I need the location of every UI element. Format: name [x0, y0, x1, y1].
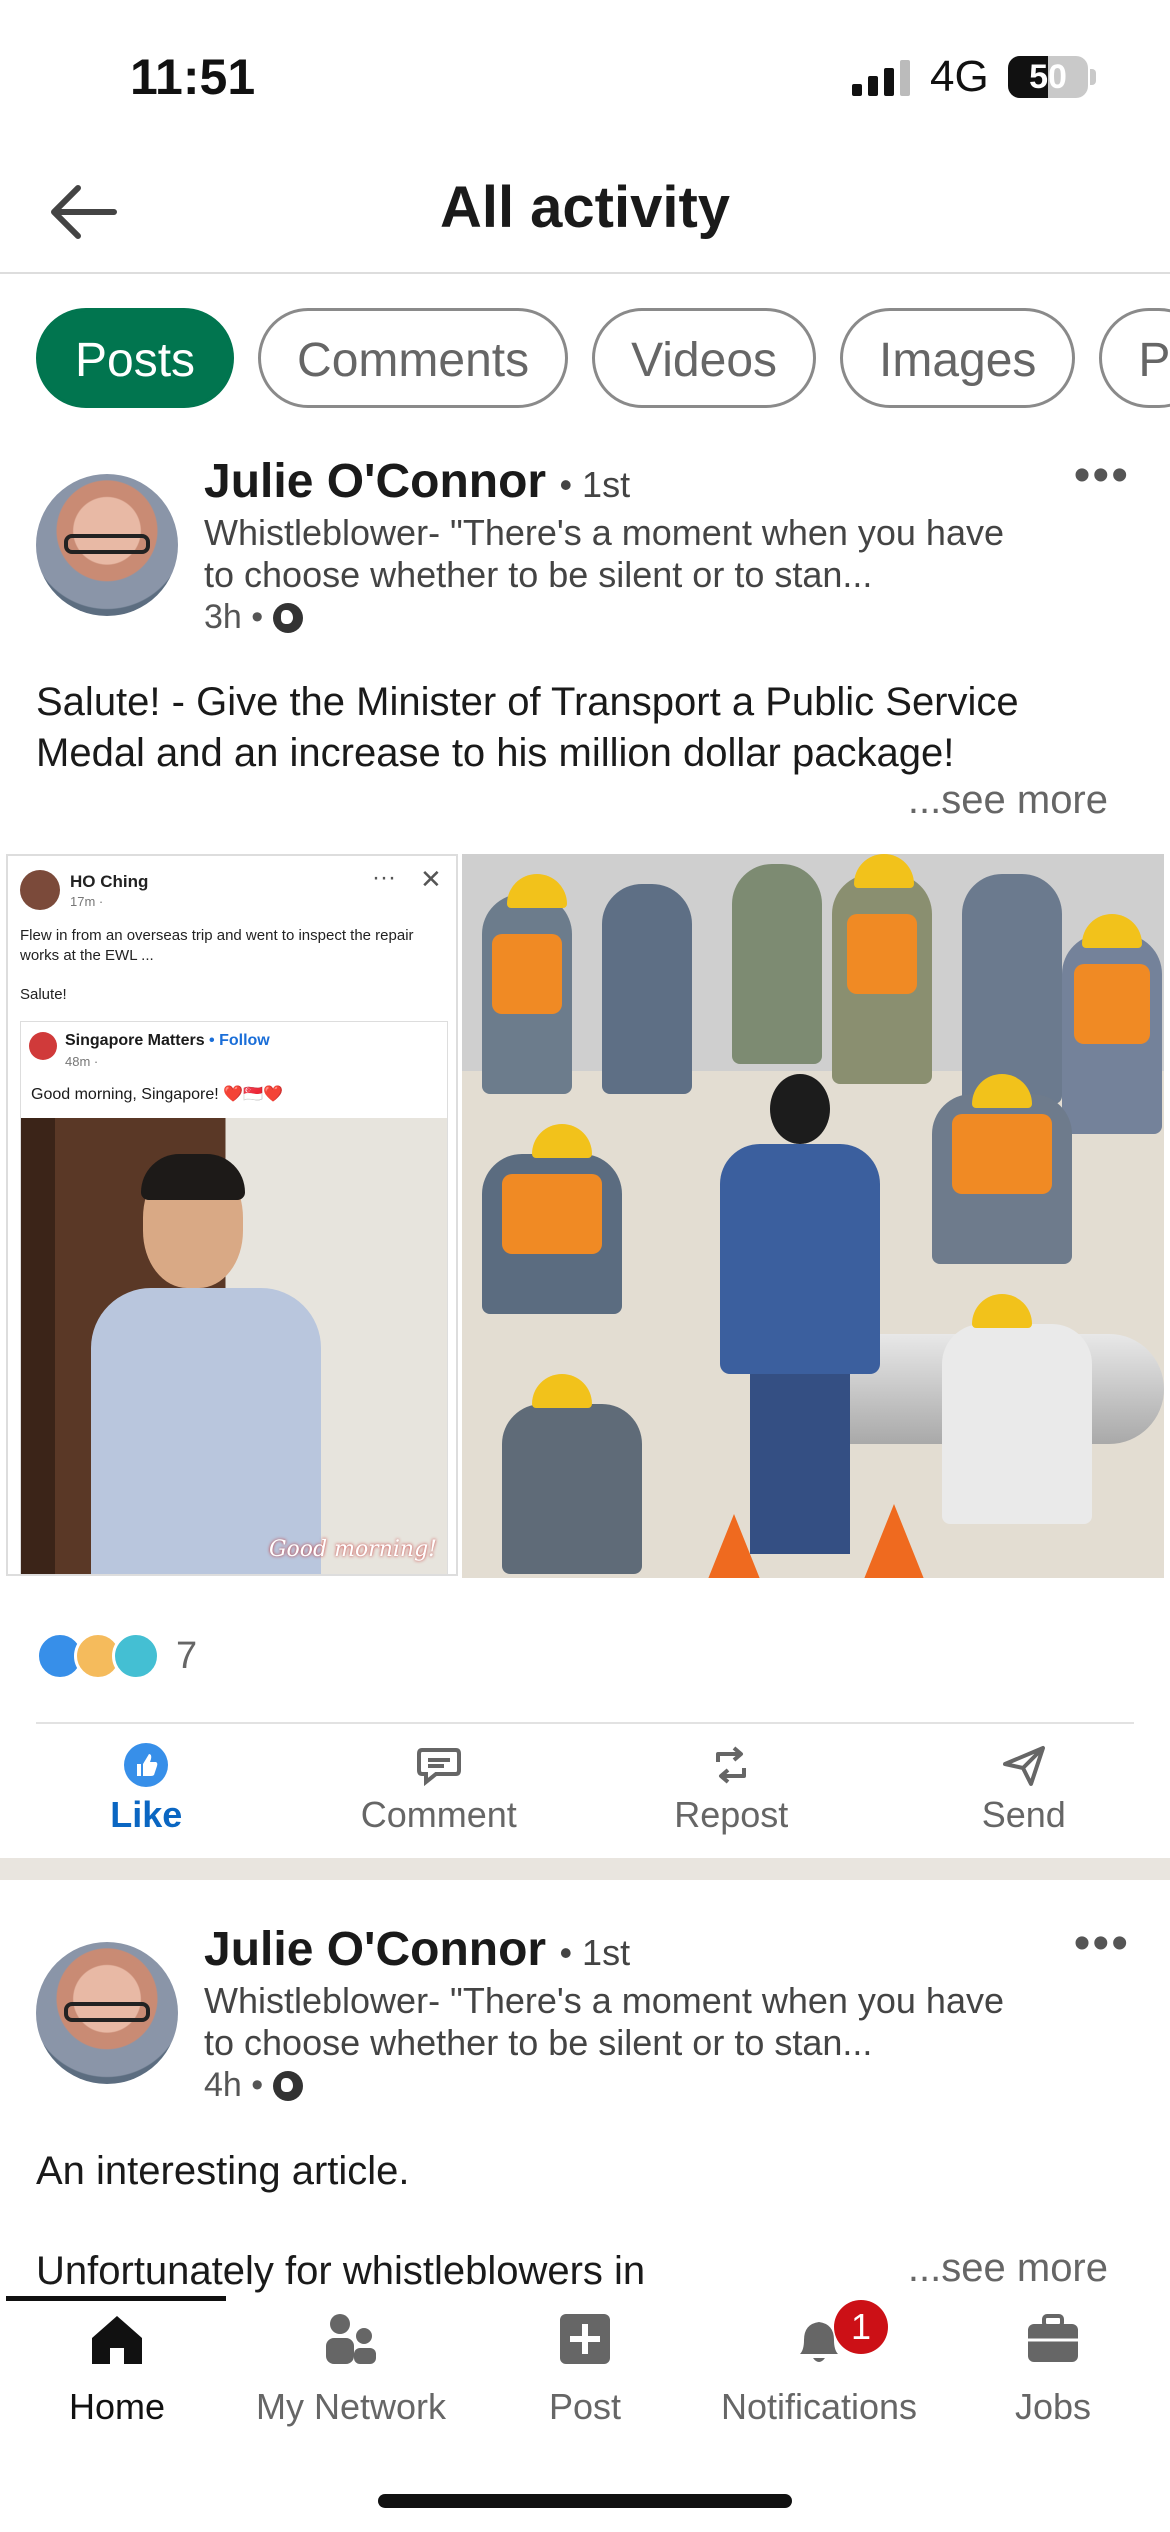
tab-notifications-label: Notifications: [720, 2386, 918, 2427]
briefcase-icon: [1028, 2314, 1078, 2362]
author-headline: Whistleblower- "There's a moment when yo…: [204, 1980, 1004, 2063]
tab-home-label: Home: [68, 2386, 166, 2427]
post-text: An interesting article.: [36, 2149, 410, 2193]
more-options-icon[interactable]: •••: [1074, 1916, 1130, 1971]
add-post-icon: [560, 2314, 610, 2364]
author-name[interactable]: Julie O'Connor: [204, 1923, 546, 1976]
home-icon: [92, 2316, 142, 2364]
tab-jobs[interactable]: Jobs: [936, 2306, 1170, 2428]
tab-my-network[interactable]: My Network: [234, 2306, 468, 2428]
home-indicator: [378, 2494, 792, 2508]
globe-icon: [273, 2070, 304, 2101]
active-tab-indicator: [6, 2296, 226, 2301]
avatar[interactable]: [36, 1942, 178, 2084]
post-time: 4h •: [204, 2066, 304, 2105]
people-icon: [326, 2314, 376, 2364]
tab-jobs-label: Jobs: [1014, 2386, 1092, 2427]
connection-degree: • 1st: [559, 1932, 631, 1973]
tab-home[interactable]: Home: [0, 2306, 234, 2428]
post-time-text: 4h •: [204, 2066, 264, 2104]
tab-post-label: Post: [548, 2386, 622, 2427]
tab-post[interactable]: Post: [468, 2306, 702, 2428]
post-author[interactable]: Julie O'Connor • 1st: [204, 1922, 630, 1977]
tab-notifications[interactable]: 1 Notifications: [702, 2300, 936, 2428]
tab-my-network-label: My Network: [255, 2386, 447, 2427]
post-card: Julie O'Connor • 1st Whistleblower- "The…: [0, 0, 1170, 2296]
notification-badge: 1: [834, 2300, 888, 2354]
see-more-link[interactable]: ...see more: [907, 2246, 1108, 2291]
